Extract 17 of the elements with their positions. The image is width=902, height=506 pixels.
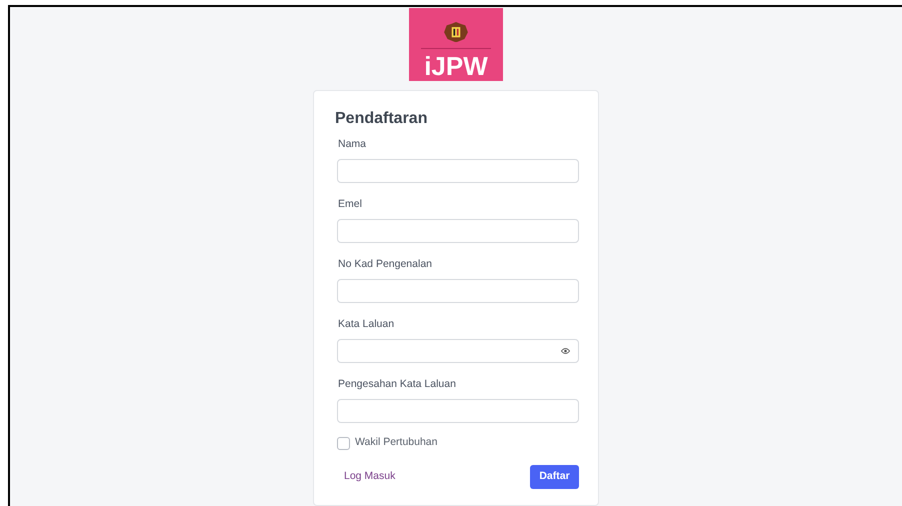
input-field[interactable] <box>337 159 579 184</box>
logo-text: iJPW <box>424 51 488 82</box>
field-label: No Kad Pengenalan <box>338 257 433 272</box>
password-field[interactable] <box>337 339 579 364</box>
field-label: Emel <box>338 197 363 212</box>
form-title: Pendaftaran <box>335 109 428 130</box>
checkbox-label: Wakil Pertubuhan <box>355 435 438 450</box>
login-link[interactable]: Log Masuk <box>344 469 396 485</box>
field-label: Nama <box>338 137 368 152</box>
register-button[interactable]: Daftar <box>530 465 579 489</box>
input-field[interactable] <box>337 399 579 424</box>
eye-icon[interactable] <box>561 347 570 356</box>
field-label: Pengesahan Kata Laluan <box>338 377 457 392</box>
input-field[interactable] <box>337 279 579 304</box>
checkbox[interactable] <box>337 436 350 450</box>
field-label: Kata Laluan <box>338 317 396 332</box>
input-field[interactable] <box>337 219 579 244</box>
